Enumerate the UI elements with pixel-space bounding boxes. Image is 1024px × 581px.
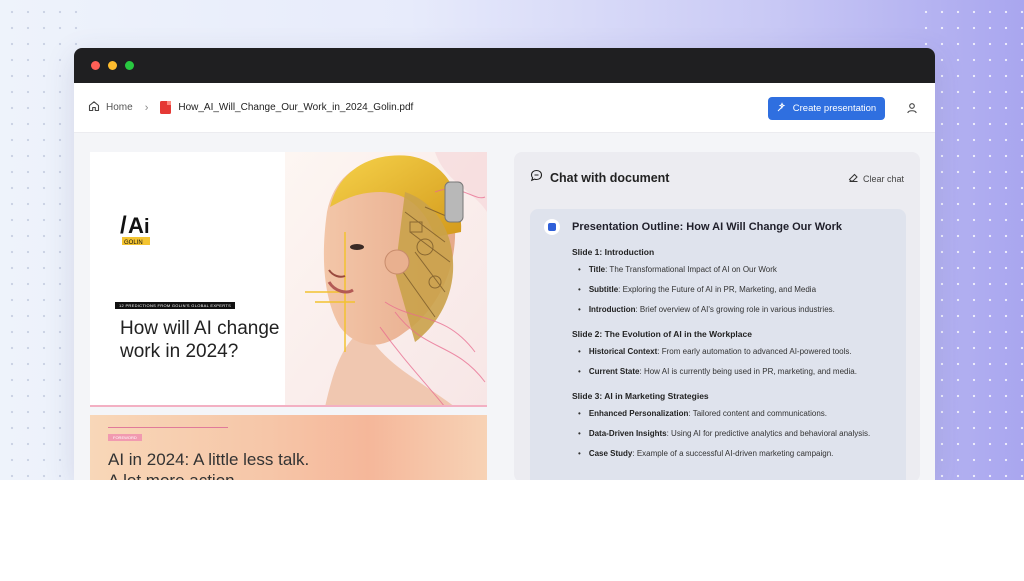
slide-section: Slide 2: The Evolution of AI in the Work… <box>572 329 892 379</box>
chat-panel: Chat with document Clear chat Presentati… <box>514 152 920 480</box>
close-window-button[interactable] <box>91 61 100 70</box>
foreword-badge: FOREWORD <box>108 434 142 441</box>
top-bar: Home › How_AI_Will_Change_Our_Work_in_20… <box>74 83 935 133</box>
user-icon[interactable] <box>902 98 922 118</box>
document-page-2: FOREWORD AI in 2024: A little less talk.… <box>90 415 487 480</box>
message-header: Presentation Outline: How AI Will Change… <box>544 219 892 235</box>
breadcrumb-file-name: How_AI_Will_Change_Our_Work_in_2024_Goli… <box>178 102 414 113</box>
chat-title: Chat with document <box>550 171 670 185</box>
slide-heading: Slide 2: The Evolution of AI in the Work… <box>572 329 752 339</box>
breadcrumb-home[interactable]: Home <box>106 102 133 113</box>
app-window: Home › How_AI_Will_Change_Our_Work_in_20… <box>74 48 935 480</box>
window-titlebar <box>74 48 935 83</box>
eraser-icon <box>848 172 859 185</box>
sparkle-icon <box>777 102 787 115</box>
dot-pattern-left <box>0 0 80 480</box>
maximize-window-button[interactable] <box>125 61 134 70</box>
svg-text:A: A <box>128 213 144 238</box>
background-stage: Home › How_AI_Will_Change_Our_Work_in_20… <box>0 0 1024 480</box>
chat-header: Chat with document <box>530 169 669 187</box>
list-item: • Data-Driven Insights: Using AI for pred… <box>578 429 871 438</box>
slide-section: Slide 1: Introduction • Title: The Transf… <box>572 247 892 317</box>
list-item: • Enhanced Personalization: Tailored cont… <box>578 409 827 418</box>
slide-heading: Slide 3: AI in Marketing Strategies <box>572 391 709 401</box>
bot-avatar-icon <box>544 219 560 235</box>
home-icon[interactable] <box>88 100 100 115</box>
svg-text:/: / <box>120 212 127 239</box>
clear-chat-label: Clear chat <box>862 173 904 184</box>
page2-title-line1: AI in 2024: A little less talk. <box>108 450 310 469</box>
clear-chat-button[interactable]: Clear chat <box>848 172 904 185</box>
slide-section: Slide 3: AI in Marketing Strategies • Enh… <box>572 391 892 461</box>
create-presentation-button[interactable]: Create presentation <box>768 97 885 120</box>
list-item: • Case Study: Example of a successful AI-… <box>578 449 834 458</box>
page2-title-line2: A lot more action. <box>108 470 309 480</box>
chat-bubble-icon <box>530 169 543 187</box>
assistant-message: Presentation Outline: How AI Will Change… <box>530 209 906 480</box>
page-kicker: 12 PREDICTIONS FROM GOLIN'S GLOBAL EXPER… <box>115 302 236 309</box>
list-item: • Historical Context: From early automati… <box>578 347 852 356</box>
slide-heading: Slide 1: Introduction <box>572 247 655 257</box>
chevron-right-icon: › <box>144 101 149 114</box>
list-item: • Current State: How AI is currently bein… <box>578 367 857 376</box>
breadcrumb: Home › How_AI_Will_Change_Our_Work_in_20… <box>88 100 413 115</box>
create-presentation-label: Create presentation <box>792 103 877 114</box>
minimize-window-button[interactable] <box>108 61 117 70</box>
golin-ai-logo: / A i GOLIN <box>120 207 156 249</box>
page-divider-line <box>108 427 228 428</box>
page2-title: AI in 2024: A little less talk. A lot mo… <box>108 449 309 480</box>
message-title: Presentation Outline: How AI Will Change… <box>572 221 843 233</box>
list-item: • Introduction: Brief overview of AI's gr… <box>578 305 835 314</box>
svg-text:i: i <box>144 216 150 238</box>
document-page-1: / A i GOLIN 12 PREDICTIONS FROM GOLIN'S … <box>90 152 487 407</box>
pdf-file-icon <box>160 101 172 114</box>
svg-text:GOLIN: GOLIN <box>124 240 143 246</box>
list-item: • Title: The Transformational Impact of A… <box>578 265 777 274</box>
document-preview[interactable]: / A i GOLIN 12 PREDICTIONS FROM GOLIN'S … <box>90 152 487 480</box>
list-item: • Subtitle: Exploring the Future of AI in… <box>578 285 817 294</box>
ai-cyborg-portrait-image <box>285 152 487 405</box>
